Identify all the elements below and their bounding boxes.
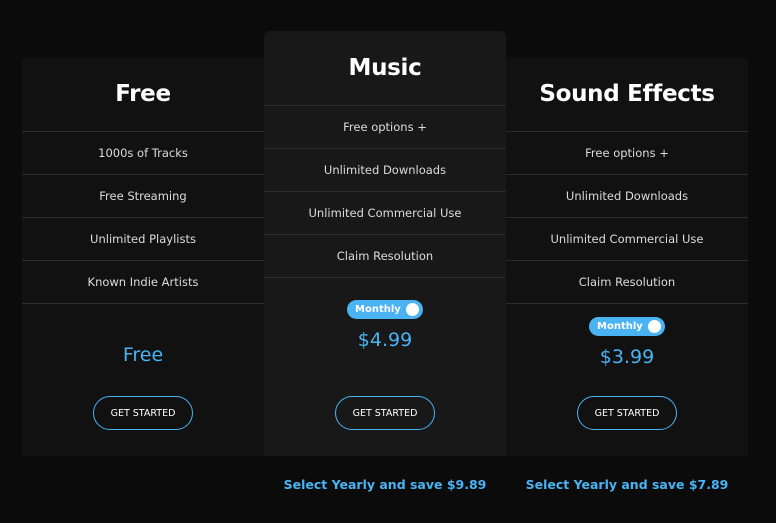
- billing-toggle[interactable]: Monthly: [347, 300, 423, 319]
- plan-title: Sound Effects: [539, 81, 715, 107]
- billing-toggle[interactable]: Monthly: [589, 317, 665, 336]
- pricing-section: Free GET STARTED: [22, 304, 264, 457]
- yearly-savings-link-sound-effects[interactable]: Select Yearly and save $7.89: [506, 477, 748, 492]
- toggle-knob-icon: [648, 320, 661, 333]
- feature-list: Free options + Unlimited Downloads Unlim…: [264, 105, 506, 278]
- plan-price: $3.99: [599, 346, 655, 368]
- get-started-button[interactable]: GET STARTED: [335, 396, 435, 430]
- toggle-knob-icon: [406, 303, 419, 316]
- feature-item: Unlimited Commercial Use: [506, 218, 748, 261]
- plan-card-music: Music Free options + Unlimited Downloads…: [264, 31, 506, 456]
- billing-toggle-label: Monthly: [355, 304, 401, 315]
- feature-list: 1000s of Tracks Free Streaming Unlimited…: [22, 131, 264, 304]
- feature-item: Unlimited Commercial Use: [264, 192, 506, 235]
- get-started-button[interactable]: GET STARTED: [577, 396, 677, 430]
- feature-item: Unlimited Downloads: [506, 175, 748, 218]
- plan-title: Music: [348, 55, 422, 81]
- feature-item: Free options +: [506, 132, 748, 175]
- plan-card-free: Free 1000s of Tracks Free Streaming Unli…: [22, 57, 264, 456]
- feature-item: Claim Resolution: [264, 235, 506, 278]
- plan-card-sound-effects: Sound Effects Free options + Unlimited D…: [506, 57, 748, 456]
- yearly-savings-link-music[interactable]: Select Yearly and save $9.89: [264, 477, 506, 492]
- feature-list: Free options + Unlimited Downloads Unlim…: [506, 131, 748, 304]
- feature-item: Known Indie Artists: [22, 261, 264, 304]
- plan-price: $4.99: [357, 329, 413, 351]
- feature-item: Unlimited Playlists: [22, 218, 264, 261]
- feature-item: Unlimited Downloads: [264, 149, 506, 192]
- pricing-section: Monthly $4.99 GET STARTED: [264, 278, 506, 457]
- feature-item: Free Streaming: [22, 175, 264, 218]
- plan-title: Free: [115, 81, 171, 107]
- billing-toggle-label: Monthly: [597, 321, 643, 332]
- feature-item: 1000s of Tracks: [22, 132, 264, 175]
- feature-item: Free options +: [264, 106, 506, 149]
- feature-item: Claim Resolution: [506, 261, 748, 304]
- plan-price: Free: [122, 344, 164, 366]
- pricing-section: Monthly $3.99 GET STARTED: [506, 304, 748, 457]
- get-started-button[interactable]: GET STARTED: [93, 396, 193, 430]
